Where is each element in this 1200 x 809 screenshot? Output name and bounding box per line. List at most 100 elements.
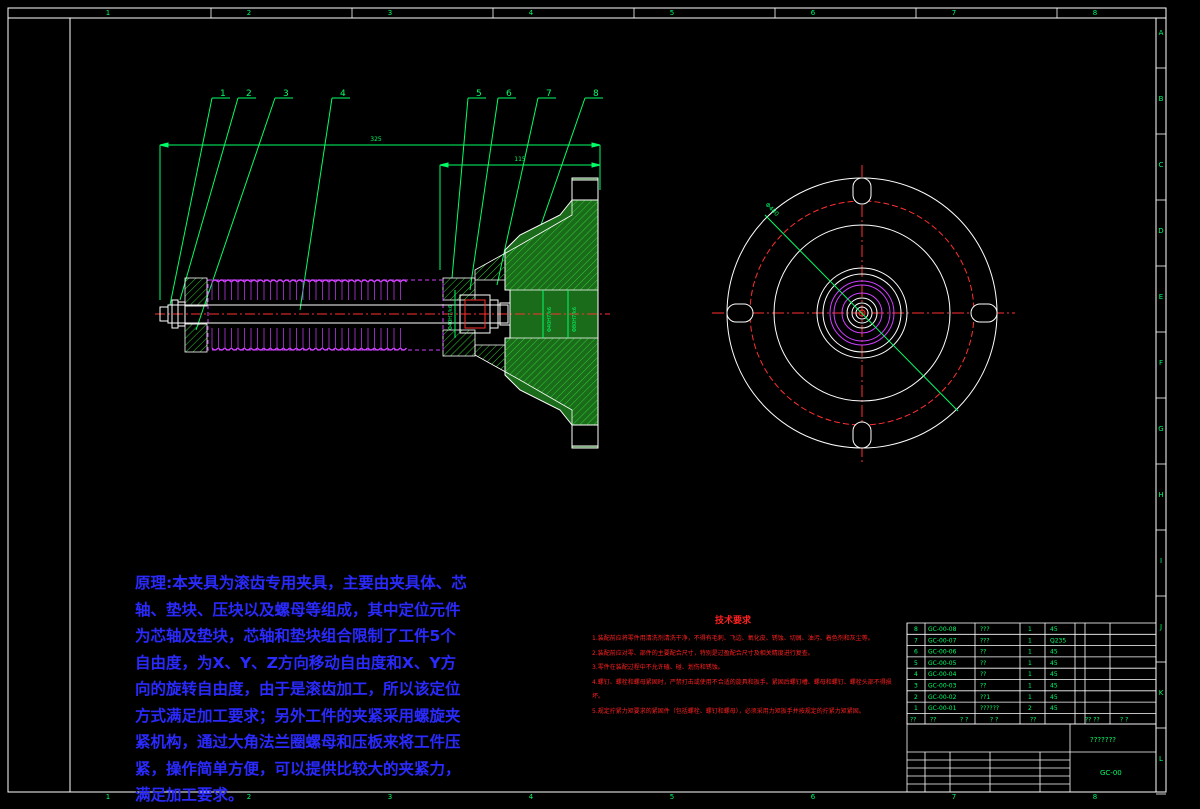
dimension-right-2: Φ80H7/k6 [572,307,578,332]
bom-header-cell: ? ? [960,716,968,723]
gear-tooth-bottom [295,347,304,351]
gear-tooth-bottom [386,347,395,351]
dimension-right-1: Φ40H7/k6 [547,307,553,332]
balloon-8: 8 [593,89,599,99]
col-label-4-bottom: 4 [529,793,534,800]
row-label-G: G [1158,425,1163,433]
bom-cell: 2 [914,694,918,701]
pad-block-bottom [442,329,476,357]
balloon-leader [179,97,239,301]
gear-tooth-bottom [263,347,271,351]
bom-header-cell: ? ? [1120,716,1128,723]
bom-cell: 45 [1050,671,1058,678]
gear-tooth-bottom [243,347,252,351]
gear-teeth [211,279,408,351]
gear-tooth-bottom [224,347,232,351]
bom-cell: 1 [914,705,918,712]
bom-cell: ?? [980,671,986,678]
gear-tooth-top [399,279,408,283]
bom-cell: GC-00-04 [928,671,957,678]
bom-cell: GC-00-08 [928,626,957,633]
section-view: 12345678 325 115 Φ40H7/k6 Φ40H7/k6 Φ80H7… [155,89,610,449]
gear-tooth-top [230,279,239,283]
balloon-leader [169,97,213,306]
gear-tooth-bottom [308,347,317,351]
gear-tooth-top [373,279,382,283]
gear-tooth-top [276,279,284,283]
gear-tooth-bottom [393,347,401,351]
bom-header-cell: ?? [910,716,916,723]
bom-cell: 6 [914,649,918,656]
bom-cell: 45 [1050,649,1058,656]
gear-tooth-bottom [341,347,349,351]
bom-cell: 1 [1028,626,1032,633]
bom-cell: ??? [980,626,990,633]
bom-header-cell: ?? ?? [1085,716,1100,723]
gear-tooth-bottom [250,347,258,351]
row-label-C: C [1159,161,1164,169]
gear-tooth-top [295,279,304,283]
bom-cell: 1 [1028,660,1032,667]
bom-header-cell: ? ? [990,716,998,723]
gear-tooth-top [250,279,258,283]
bom-cell: 1 [1028,683,1032,690]
dimension-base-label: 115 [514,156,526,163]
row-label-J: J [1159,623,1162,631]
bom-cell: 1 [1028,649,1032,656]
balloon-1: 1 [220,89,226,99]
gear-tooth-bottom [347,347,356,351]
gear-tooth-top [256,279,265,283]
balloon-7: 7 [546,89,552,99]
gear-tooth-bottom [289,347,297,351]
col-label-7-top: 7 [952,9,956,17]
gear-tooth-top [393,279,401,283]
row-label-F: F [1159,359,1163,367]
bom-cell: Q235 [1050,637,1066,644]
bom-cell: GC-00-03 [928,683,957,690]
gear-tooth-top [386,279,395,283]
col-label-3-top: 3 [388,9,392,17]
gear-tooth-bottom [211,347,219,351]
gear-tooth-top [367,279,375,283]
balloon-4: 4 [340,89,346,99]
gear-tooth-top [308,279,317,283]
technical-requirement-item: 5.规定拧紧力矩要求的紧固件（包括螺栓、螺钉和螺母），必须采用力矩扳手并按规定的… [592,707,865,715]
workpiece-gear [207,279,444,351]
col-label-4-top: 4 [529,9,534,17]
balloon-leader [451,97,469,279]
bom-cell: 45 [1050,626,1058,633]
bom-cell: GC-00-02 [928,694,957,701]
bom-cell: ?????? [980,705,999,712]
bom-cell: 45 [1050,683,1058,690]
gear-tooth-bottom [256,347,265,351]
bom-cell: 45 [1050,705,1058,712]
gear-tooth-bottom [282,347,291,351]
gear-tooth-top [354,279,362,283]
gear-tooth-top [282,279,291,283]
technical-requirement-item: 3.零件在装配过程中不允许磕、碰、划伤和锈蚀。 [592,664,724,671]
gear-tooth-bottom [328,347,336,351]
title-block [906,723,1157,793]
row-label-B: B [1159,95,1164,103]
gear-tooth-top [328,279,336,283]
row-label-K: K [1159,689,1164,697]
gear-tooth-top [217,279,226,283]
bom-cell: 45 [1050,660,1058,667]
bom-cell: 45 [1050,694,1058,701]
col-label-6-top: 6 [811,9,816,17]
gear-tooth-bottom [334,347,343,351]
technical-requirements-list: 1.装配前应将零件用清洗剂清洗干净，不得有毛刺、飞边、氧化皮、锈蚀、切屑、油污、… [592,632,892,719]
balloon-6: 6 [506,89,512,99]
gear-tooth-top [380,279,388,283]
gear-tooth-bottom [302,347,310,351]
row-label-A: A [1159,29,1164,37]
bom-cell: 1 [1028,694,1032,701]
balloon-leader [195,97,276,331]
col-label-1-top: 1 [106,9,110,17]
pressure-block-left-top [184,277,208,307]
col-label-5-bottom: 5 [670,793,674,800]
gear-tooth-bottom [237,347,245,351]
bom-cell: 8 [914,626,918,633]
bom-cell: 1 [1028,637,1032,644]
bom-cell: 3 [914,683,918,690]
